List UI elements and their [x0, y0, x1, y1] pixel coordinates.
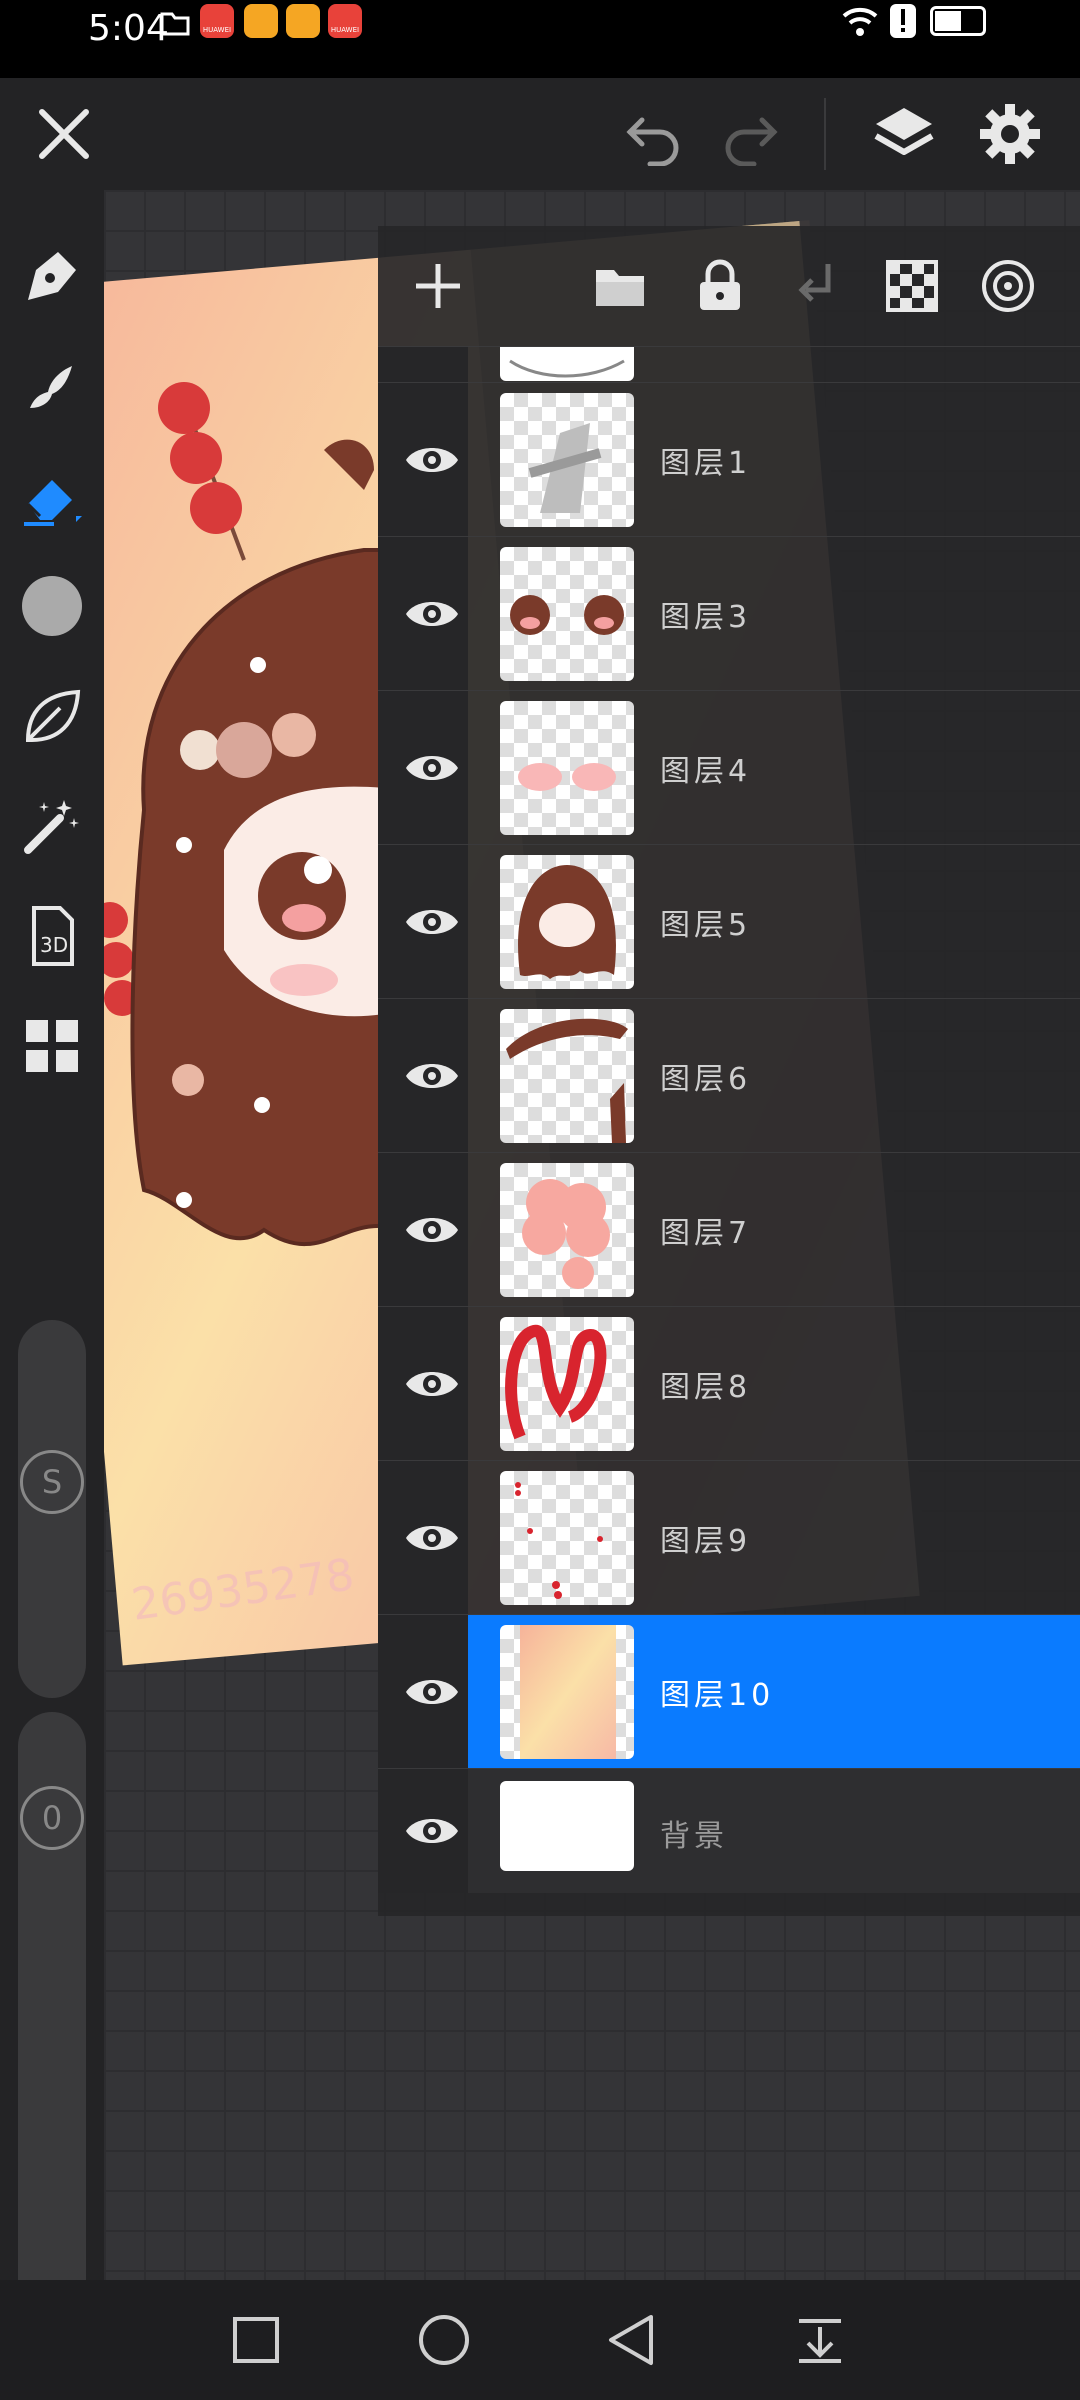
layer-thumbnail: [500, 1009, 634, 1143]
layers-icon[interactable]: [870, 100, 938, 168]
layer-row[interactable]: 图层9: [378, 1460, 1080, 1615]
undo-icon[interactable]: [622, 102, 686, 167]
eye-icon[interactable]: [400, 1660, 464, 1724]
eye-icon[interactable]: [400, 428, 464, 492]
layer-row-background[interactable]: 背景: [378, 1768, 1080, 1893]
layer-name: 图层7: [660, 1216, 752, 1251]
layer-name: 图层1: [660, 446, 752, 481]
folder-icon[interactable]: [590, 256, 650, 316]
layer-row[interactable]: 图层1: [378, 382, 1080, 537]
layer-thumbnail: [500, 1471, 634, 1605]
layer-thumbnail: [500, 701, 634, 835]
tool-rail: 3D S 0: [0, 190, 104, 2330]
system-nav-bar: [0, 2280, 1080, 2400]
layer-row-partial[interactable]: [378, 346, 1080, 383]
eye-icon[interactable]: [400, 1352, 464, 1416]
merge-down-icon[interactable]: [786, 256, 846, 316]
size-label: S: [20, 1450, 84, 1514]
magic-wand-icon[interactable]: [16, 790, 88, 862]
brush-size-slider[interactable]: S: [18, 1320, 86, 1698]
eye-icon[interactable]: [400, 1799, 464, 1863]
status-time: 5:04: [88, 8, 169, 49]
layer-row[interactable]: 图层8: [378, 1306, 1080, 1461]
layer-name: 图层3: [660, 600, 752, 635]
layer-row[interactable]: 图层6: [378, 998, 1080, 1153]
layer-thumbnail: [500, 855, 634, 989]
battery-icon: [930, 6, 986, 36]
toolbar-divider: [824, 98, 826, 170]
layer-row-selected[interactable]: 图层10: [378, 1614, 1080, 1769]
weibo-icon-2: [286, 4, 320, 38]
gear-icon[interactable]: [976, 100, 1044, 168]
layer-row[interactable]: 图层3: [378, 536, 1080, 691]
top-toolbar: [0, 78, 1080, 190]
layer-thumbnail: [500, 1625, 634, 1759]
opacity-label: 0: [20, 1786, 84, 1850]
layer-row[interactable]: 图层7: [378, 1152, 1080, 1307]
grid-icon[interactable]: [16, 1010, 88, 1082]
lock-icon[interactable]: [690, 256, 750, 316]
layer-list: 图层1 图层3 图层4 图层5 图层6 图层7 图层8 图层9 图层10 背景: [378, 382, 1080, 1942]
layer-thumbnail: [500, 393, 634, 527]
layer-thumbnail: [500, 1163, 634, 1297]
layer-name: 图层10: [660, 1678, 775, 1713]
eye-icon[interactable]: [400, 1044, 464, 1108]
notification-shade-icon[interactable]: [790, 2310, 850, 2370]
alert-icon: [890, 4, 916, 38]
layer-row[interactable]: 图层4: [378, 690, 1080, 845]
redo-icon[interactable]: [718, 102, 782, 167]
close-icon[interactable]: [30, 100, 98, 168]
home-icon[interactable]: [414, 2310, 474, 2370]
app-notification-icon-2: HUAWEI: [328, 4, 362, 38]
leaf-icon[interactable]: [16, 680, 88, 752]
svg-text:3D: 3D: [40, 933, 68, 957]
layer-thumbnail: [500, 1781, 634, 1871]
recent-apps-icon[interactable]: [226, 2310, 286, 2370]
target-icon[interactable]: [978, 256, 1038, 316]
layer-name: 图层5: [660, 908, 752, 943]
3d-icon[interactable]: 3D: [16, 900, 88, 972]
weibo-icon: [244, 4, 278, 38]
layer-name: 图层4: [660, 754, 752, 789]
eye-icon[interactable]: [400, 736, 464, 800]
layer-name: 图层6: [660, 1062, 752, 1097]
eye-icon[interactable]: [400, 1506, 464, 1570]
app-notification-icon: HUAWEI: [200, 4, 234, 38]
color-circle-icon[interactable]: [16, 570, 88, 642]
eraser-icon[interactable]: [16, 460, 88, 532]
eye-icon[interactable]: [400, 1198, 464, 1262]
checker-icon[interactable]: [882, 256, 942, 316]
smudge-icon[interactable]: [16, 350, 88, 422]
layer-thumbnail: [500, 347, 634, 381]
layer-thumbnail: [500, 547, 634, 681]
opacity-slider[interactable]: 0: [18, 1712, 86, 2330]
eye-icon[interactable]: [400, 890, 464, 954]
layer-name: 图层8: [660, 1370, 752, 1405]
status-bar: 5:04 HUAWEI HUAWEI: [0, 0, 1080, 78]
layers-toolbar: [378, 226, 1080, 346]
eye-icon[interactable]: [400, 582, 464, 646]
layer-name: 背景: [660, 1819, 728, 1854]
back-icon[interactable]: [602, 2310, 662, 2370]
layer-row[interactable]: 图层5: [378, 844, 1080, 999]
add-layer-icon[interactable]: [408, 256, 468, 316]
wifi-icon: [840, 4, 880, 40]
layers-panel: 图层1 图层3 图层4 图层5 图层6 图层7 图层8 图层9 图层10 背景: [378, 226, 1080, 1916]
pen-icon[interactable]: [16, 240, 88, 312]
layer-name: 图层9: [660, 1524, 752, 1559]
layer-thumbnail: [500, 1317, 634, 1451]
folder-notification-icon: [158, 6, 192, 40]
